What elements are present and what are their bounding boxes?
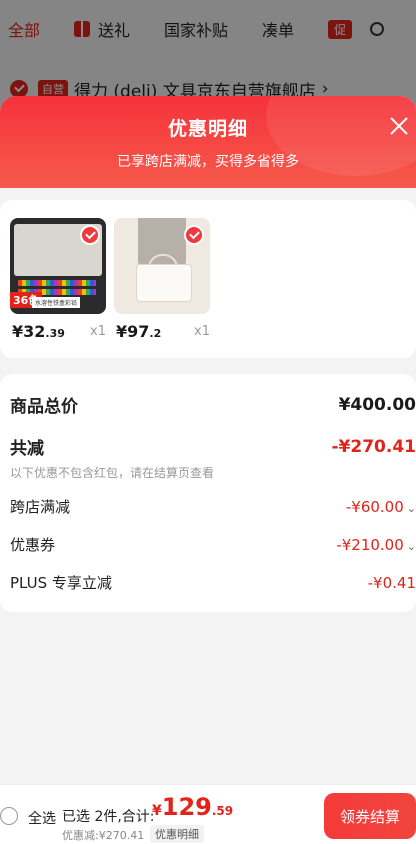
total-value: ¥400.00 <box>338 394 416 415</box>
discount-row-plus: PLUS 专享立减 -¥0.41 <box>10 572 416 593</box>
product-price: ¥97.2 <box>116 322 162 341</box>
chevron-down-icon[interactable]: ⌄ <box>407 502 416 515</box>
product-image[interactable] <box>114 218 210 314</box>
total-label: 商品总价 <box>10 397 78 417</box>
discount-label: 跨店满减 <box>10 498 71 516</box>
reduce-label: 共减 <box>10 439 44 459</box>
discount-value: -¥0.41 <box>367 573 416 592</box>
select-all-label[interactable]: 全选 <box>28 808 56 828</box>
discount-detail-sheet: 优惠明细 已享跨店满减，买得多省得多 36色 水溶性铁盒彩铅 ¥32.39 x1 <box>0 96 416 844</box>
discount-value: -¥60.00 <box>345 498 404 516</box>
total-row: 商品总价 ¥400.00 <box>10 392 416 418</box>
price-summary: 商品总价 ¥400.00 共减 -¥270.41 以下优惠不包含红包，请在结算页… <box>0 374 416 612</box>
checked-icon <box>80 225 100 245</box>
discount-label: PLUS 专享立减 <box>10 574 112 592</box>
discount-note: 以下优惠不包含红包，请在结算页查看 <box>10 466 215 480</box>
product-item[interactable]: ¥97.2 x1 <box>114 218 210 341</box>
chevron-down-icon[interactable]: ⌄ <box>407 540 416 553</box>
sheet-header: 优惠明细 已享跨店满减，买得多省得多 <box>0 96 416 188</box>
product-quantity: x1 <box>194 324 210 339</box>
discount-amount-text: 优惠减:¥270.41 <box>62 829 145 842</box>
total-price: ¥129.59 <box>152 793 234 821</box>
discount-row-cross-store[interactable]: 跨店满减 -¥60.00 ⌄ <box>10 496 416 517</box>
checked-icon <box>184 225 204 245</box>
discount-detail-chip[interactable]: 优惠明细 <box>150 825 204 843</box>
product-item[interactable]: 36色 水溶性铁盒彩铅 ¥32.39 x1 <box>10 218 106 341</box>
select-all-checkbox[interactable] <box>0 807 18 825</box>
discount-label: 优惠券 <box>10 536 56 554</box>
close-icon[interactable] <box>388 115 410 137</box>
reduce-value: -¥270.41 <box>331 436 416 457</box>
product-list: 36色 水溶性铁盒彩铅 ¥32.39 x1 ¥97.2 x1 <box>0 200 416 358</box>
product-caption: 水溶性铁盒彩铅 <box>32 297 81 308</box>
checkout-bar: 全选 已选 2件,合计: ¥129.59 优惠减:¥270.41 优惠明细 领券… <box>0 784 416 844</box>
checkout-button[interactable]: 领券结算 <box>324 793 416 839</box>
reduce-row: 共减 -¥270.41 <box>10 434 416 460</box>
selected-count-text: 已选 2件,合计: <box>62 809 155 825</box>
product-quantity: x1 <box>90 324 106 339</box>
discount-row-coupon[interactable]: 优惠券 -¥210.00 ⌄ <box>10 534 416 555</box>
discount-value: -¥210.00 <box>336 536 404 554</box>
product-price: ¥32.39 <box>12 322 65 341</box>
product-image[interactable]: 36色 水溶性铁盒彩铅 <box>10 218 106 314</box>
